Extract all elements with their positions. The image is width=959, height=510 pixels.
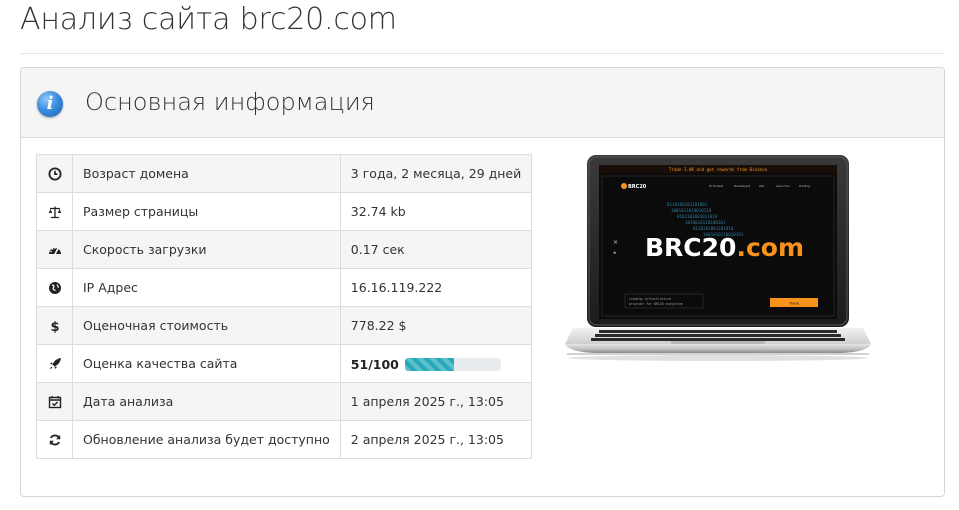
svg-text:1010010110100101: 1010010110100101 [685, 220, 726, 225]
row-label: IP Адрес [72, 268, 341, 307]
svg-text:0101101001011010: 0101101001011010 [677, 214, 718, 219]
row-value: 51/100 [339, 344, 533, 383]
row-label: Возраст домена [72, 154, 341, 193]
screen-logo: BRC20 [628, 184, 647, 190]
svg-text:0110101001101010: 0110101001101010 [693, 226, 734, 231]
speedometer-icon [48, 243, 62, 257]
screen-nav-item: Launcher [776, 184, 791, 188]
svg-text:1001011010010110: 1001011010010110 [671, 208, 712, 213]
quality-score: 51/100 [350, 356, 399, 372]
row-label: Скорость загрузки [72, 230, 341, 269]
row-label: Обновление анализа будет доступно [72, 420, 341, 459]
row-value: 1 апреля 2025 г., 13:05 [339, 382, 533, 421]
row-label: Оценка качества сайта [72, 344, 341, 383]
svg-text:$: $ [50, 320, 59, 333]
panel-heading: i Основная информация [21, 68, 944, 138]
screen-caption-2: provider for BRC20 ecosystem [629, 302, 683, 306]
screen-nav-item: IP Toolset [709, 184, 724, 188]
screen-brand-suffix: .com [736, 233, 804, 262]
screen-banner: Trade 3.0K and get rewards from Binance [669, 167, 768, 172]
row-value: 3 года, 2 месяца, 29 дней [339, 154, 533, 193]
main-info-panel: i Основная информация Возраст домена 3 г… [20, 67, 945, 497]
globe-icon [48, 281, 62, 295]
screen-nav-item: AIO [759, 184, 765, 188]
panel-title: Основная информация [85, 88, 375, 116]
screen-brand-main: BRC20 [645, 233, 736, 262]
row-value: 32.74 kb [339, 192, 533, 231]
page-title: Анализ сайта brc20.com [20, 2, 397, 37]
row-value: 0.17 сек [339, 230, 533, 269]
row-value: 16.16.119.222 [339, 268, 533, 307]
rocket-icon [48, 357, 62, 371]
title-divider [20, 53, 945, 54]
screen-nav-item: Dashboard [734, 184, 750, 188]
calendar-check-icon [48, 395, 62, 409]
table-row: Оценка качества сайта 51/100 [36, 344, 533, 383]
table-row: Размер страницы 32.74 kb [36, 192, 533, 231]
screen-cta-button: Trade [788, 301, 800, 305]
table-row: IP Адрес 16.16.119.222 [36, 268, 533, 307]
clock-icon [48, 167, 62, 181]
screen-caption-1: Leading infrastructure [629, 297, 671, 301]
svg-text:×: × [613, 239, 618, 246]
table-row: Скорость загрузки 0.17 сек [36, 230, 533, 269]
scale-icon [48, 205, 62, 219]
row-value: 2 апреля 2025 г., 13:05 [339, 420, 533, 459]
table-row: $ Оценочная стоимость 778.22 $ [36, 306, 533, 345]
table-row: Дата анализа 1 апреля 2025 г., 13:05 [36, 382, 533, 421]
row-label: Размер страницы [72, 192, 341, 231]
site-screenshot-laptop: Trade 3.0K and get rewards from Binance … [565, 155, 871, 361]
row-value: 778.22 $ [339, 306, 533, 345]
info-table: Возраст домена 3 года, 2 месяца, 29 дней… [36, 154, 533, 459]
refresh-icon [48, 433, 62, 447]
dollar-icon: $ [48, 319, 62, 333]
info-icon: i [37, 91, 63, 117]
quality-progress-bar [404, 357, 501, 371]
svg-text:BRC20.com: BRC20.com [645, 233, 804, 262]
row-label: Дата анализа [72, 382, 341, 421]
table-row: Возраст домена 3 года, 2 месяца, 29 дней [36, 154, 533, 193]
screen-nav-item: Trading [798, 184, 810, 188]
table-row: Обновление анализа будет доступно 2 апре… [36, 420, 533, 459]
svg-text:0110100101101001: 0110100101101001 [667, 202, 708, 207]
row-label: Оценочная стоимость [72, 306, 341, 345]
